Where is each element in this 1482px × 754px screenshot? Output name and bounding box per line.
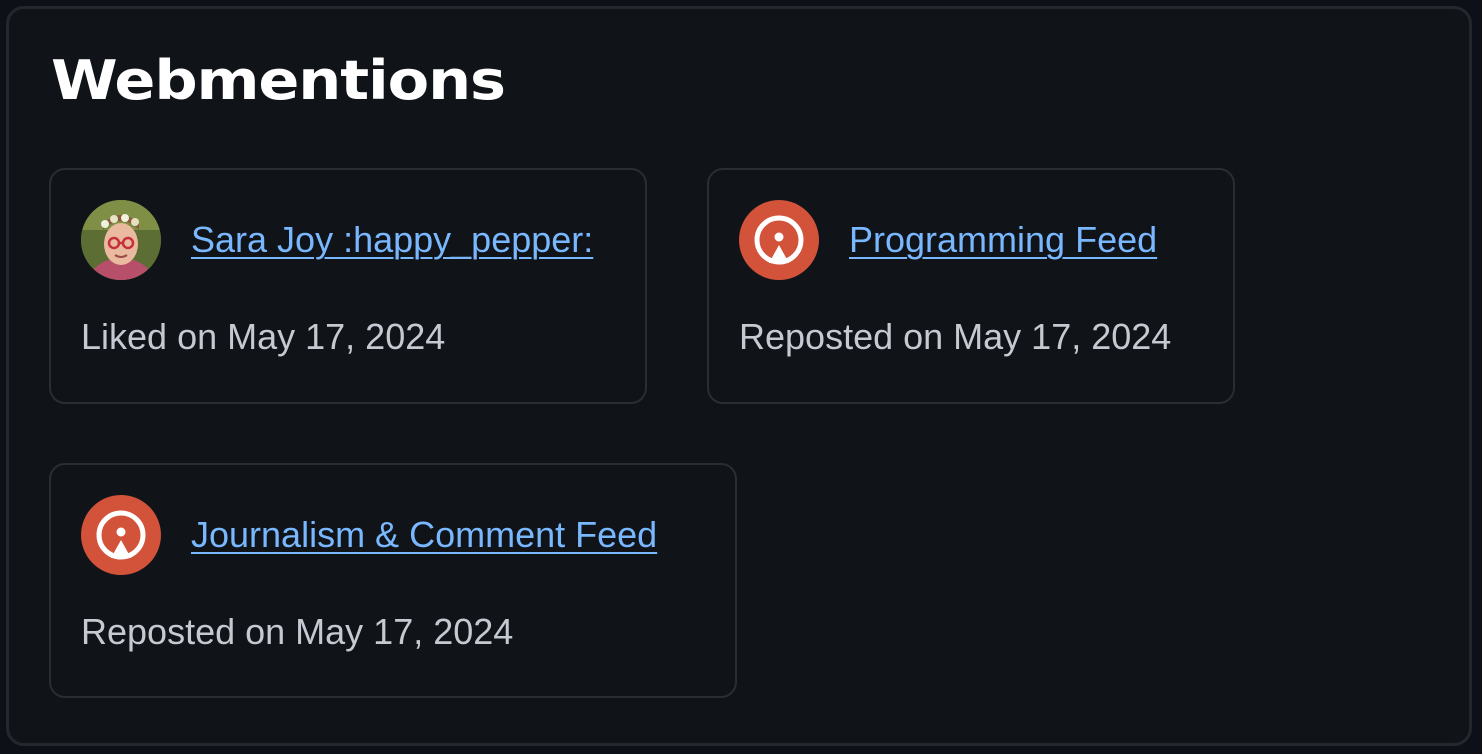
webmention-card: Journalism & Comment Feed Reposted on Ma…	[49, 463, 737, 698]
section-title: Webmentions	[51, 49, 506, 112]
webmention-author-row: Sara Joy :happy_pepper:	[81, 200, 593, 280]
webmention-author-row: Programming Feed	[739, 200, 1157, 280]
activity-text: Reposted on May 17, 2024	[739, 316, 1172, 357]
webmention-card: Sara Joy :happy_pepper: Liked on May 17,…	[49, 168, 647, 404]
webmention-author-row: Journalism & Comment Feed	[81, 495, 657, 575]
webmention-card: Programming Feed Reposted on May 17, 202…	[707, 168, 1235, 404]
author-avatar[interactable]	[81, 495, 161, 575]
webmentions-panel: Webmentions Sara Joy:happy_pepper: Like…	[6, 6, 1472, 746]
broadcast-feed-icon	[96, 510, 146, 560]
broadcast-feed-icon	[754, 215, 804, 265]
author-avatar[interactable]	[81, 200, 161, 280]
author-link[interactable]: Sara Joy :happy_pepper:	[191, 219, 593, 261]
author-link[interactable]: Programming Feed	[849, 219, 1157, 261]
author-link[interactable]: Journalism & Comment Feed	[191, 514, 657, 556]
author-avatar[interactable]	[739, 200, 819, 280]
activity-text: Reposted on May 17, 2024	[81, 611, 514, 652]
activity-text: Liked on May 17, 2024	[81, 316, 446, 357]
profile-photo-avatar	[81, 200, 161, 280]
